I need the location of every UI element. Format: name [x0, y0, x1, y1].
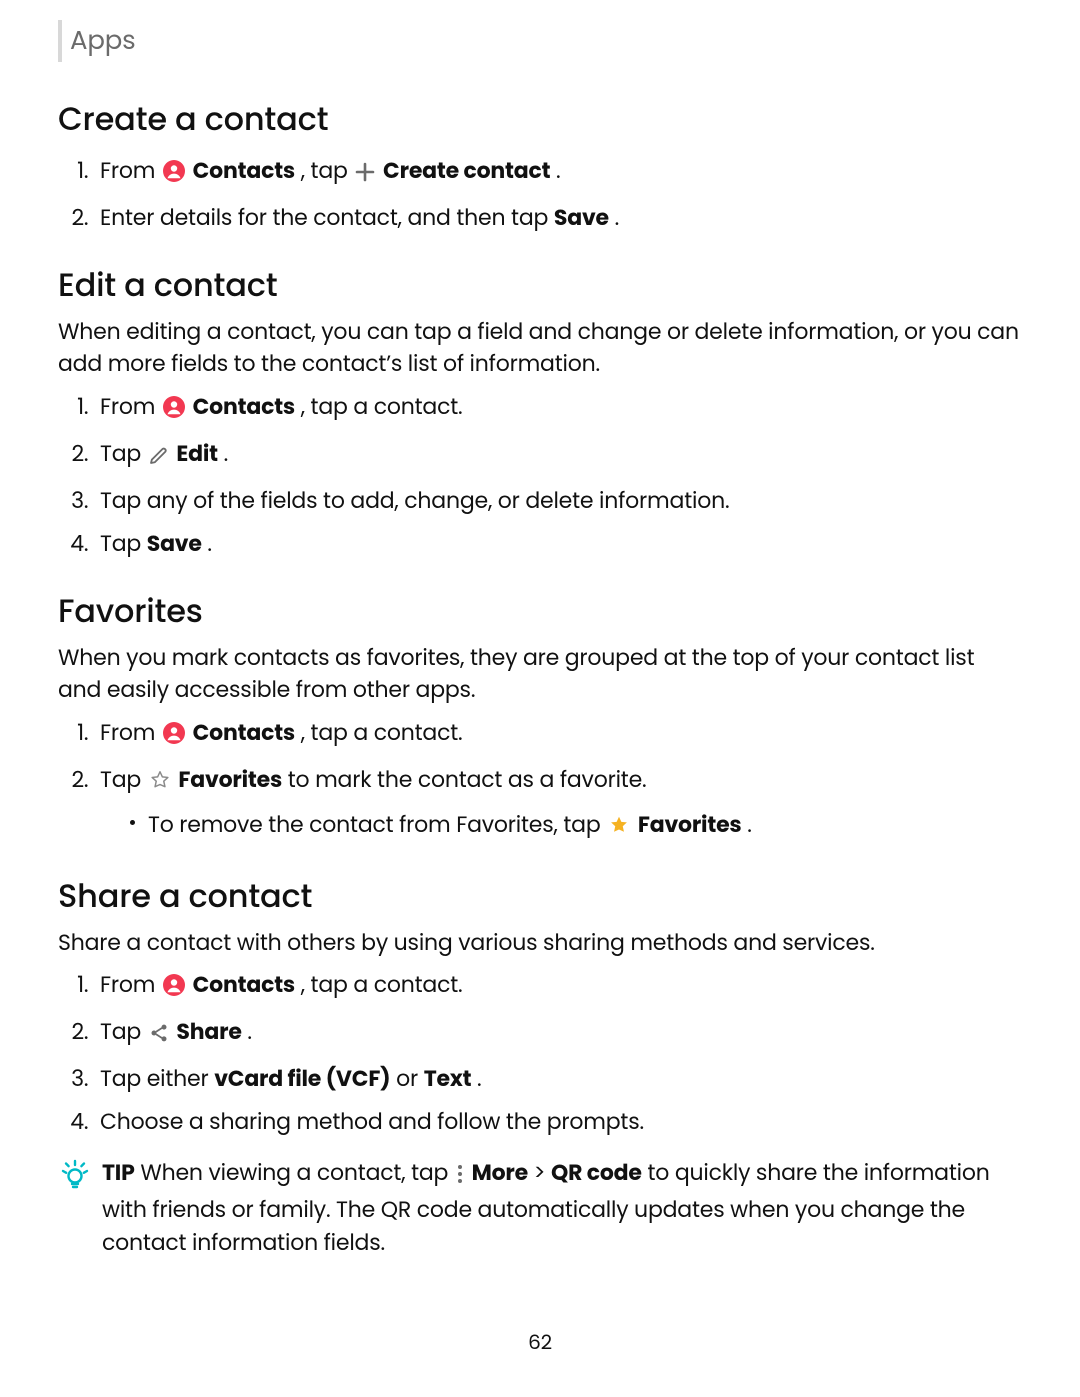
tip-block: TIP When viewing a contact, tap More > Q…	[58, 1156, 1022, 1259]
contacts-icon	[163, 972, 185, 1005]
text: , tap	[301, 155, 354, 186]
list-item: Tap any of the fields to add, change, or…	[94, 484, 1022, 517]
list-item: To remove the contact from Favorites, ta…	[130, 808, 1022, 845]
text: to mark the contact as a favorite.	[288, 764, 647, 795]
text: Tap	[100, 438, 147, 469]
save-label: Save	[554, 202, 609, 233]
create-steps: From Contacts , tap Create contact . Ent…	[58, 154, 1022, 234]
more-label: More	[472, 1157, 528, 1188]
contacts-label: Contacts	[193, 155, 295, 186]
text: , tap a contact.	[301, 391, 463, 422]
text: Tap	[100, 528, 147, 559]
tip-text: TIP When viewing a contact, tap More > Q…	[102, 1156, 1022, 1259]
contacts-label: Contacts	[193, 717, 295, 748]
share-icon	[149, 1019, 169, 1052]
favorites-steps: From Contacts , tap a contact. Tap Favor…	[58, 716, 1022, 845]
heading-share-contact: Share a contact	[58, 873, 1022, 921]
text: .	[556, 155, 560, 186]
list-item: From Contacts , tap a contact.	[94, 390, 1022, 427]
list-item: Tap Save .	[94, 527, 1022, 560]
plus-icon	[355, 158, 375, 191]
text: When viewing a contact, tap	[140, 1157, 454, 1188]
favorites-label: Favorites	[638, 809, 742, 840]
text: .	[747, 809, 751, 840]
text: .	[224, 438, 228, 469]
save-label: Save	[147, 528, 202, 559]
favorites-label: Favorites	[178, 764, 282, 795]
text: , tap a contact.	[301, 969, 463, 1000]
list-item: From Contacts , tap a contact.	[94, 968, 1022, 1005]
favorites-lead: When you mark contacts as favorites, the…	[58, 642, 1022, 706]
edit-lead: When editing a contact, you can tap a fi…	[58, 316, 1022, 380]
text: .	[477, 1063, 481, 1094]
text: , tap a contact.	[301, 717, 463, 748]
edit-label: Edit	[176, 438, 217, 469]
text: .	[207, 528, 211, 559]
qr-code-label: QR code	[551, 1157, 642, 1188]
contacts-icon	[163, 720, 185, 753]
favorites-sublist: To remove the contact from Favorites, ta…	[100, 808, 1022, 845]
contacts-label: Contacts	[193, 391, 295, 422]
text: From	[100, 717, 161, 748]
tip-label: TIP	[102, 1157, 135, 1188]
list-item: Tap Share .	[94, 1015, 1022, 1052]
list-item: Tap either vCard file (VCF) or Text .	[94, 1062, 1022, 1095]
list-item: From Contacts , tap Create contact .	[94, 154, 1022, 191]
heading-edit-contact: Edit a contact	[58, 262, 1022, 310]
list-item: Enter details for the contact, and then …	[94, 201, 1022, 234]
heading-favorites: Favorites	[58, 588, 1022, 636]
share-label: Share	[176, 1016, 241, 1047]
share-lead: Share a contact with others by using var…	[58, 927, 1022, 959]
star-outline-icon	[149, 767, 171, 800]
text: .	[615, 202, 619, 233]
contacts-icon	[163, 158, 185, 191]
edit-pencil-icon	[149, 441, 169, 474]
text: From	[100, 155, 161, 186]
text: From	[100, 391, 161, 422]
text-label: Text	[424, 1063, 472, 1094]
text: >	[534, 1157, 551, 1188]
breadcrumb-label: Apps	[70, 22, 135, 61]
text: Tap	[100, 1016, 147, 1047]
text: .	[247, 1016, 251, 1047]
text: Enter details for the contact, and then …	[100, 202, 554, 233]
lightbulb-icon	[58, 1158, 92, 1201]
heading-create-contact: Create a contact	[58, 96, 1022, 144]
text: or	[396, 1063, 424, 1094]
text: Tap	[100, 764, 147, 795]
text: To remove the contact from Favorites, ta…	[148, 809, 606, 840]
create-contact-label: Create contact	[383, 155, 550, 186]
edit-steps: From Contacts , tap a contact. Tap Edit …	[58, 390, 1022, 560]
breadcrumb-bar	[58, 20, 62, 62]
contacts-icon	[163, 394, 185, 427]
list-item: From Contacts , tap a contact.	[94, 716, 1022, 753]
text: From	[100, 969, 161, 1000]
page-number: 62	[0, 1327, 1080, 1357]
star-filled-icon	[608, 812, 630, 845]
more-dots-icon	[456, 1160, 464, 1193]
list-item: Choose a sharing method and follow the p…	[94, 1105, 1022, 1138]
contacts-label: Contacts	[193, 969, 295, 1000]
text: Tap either	[100, 1063, 214, 1094]
list-item: Tap Favorites to mark the contact as a f…	[94, 763, 1022, 845]
vcard-label: vCard file (VCF)	[214, 1063, 390, 1094]
share-steps: From Contacts , tap a contact. Tap Share…	[58, 968, 1022, 1138]
breadcrumb: Apps	[58, 20, 1022, 62]
list-item: Tap Edit .	[94, 437, 1022, 474]
